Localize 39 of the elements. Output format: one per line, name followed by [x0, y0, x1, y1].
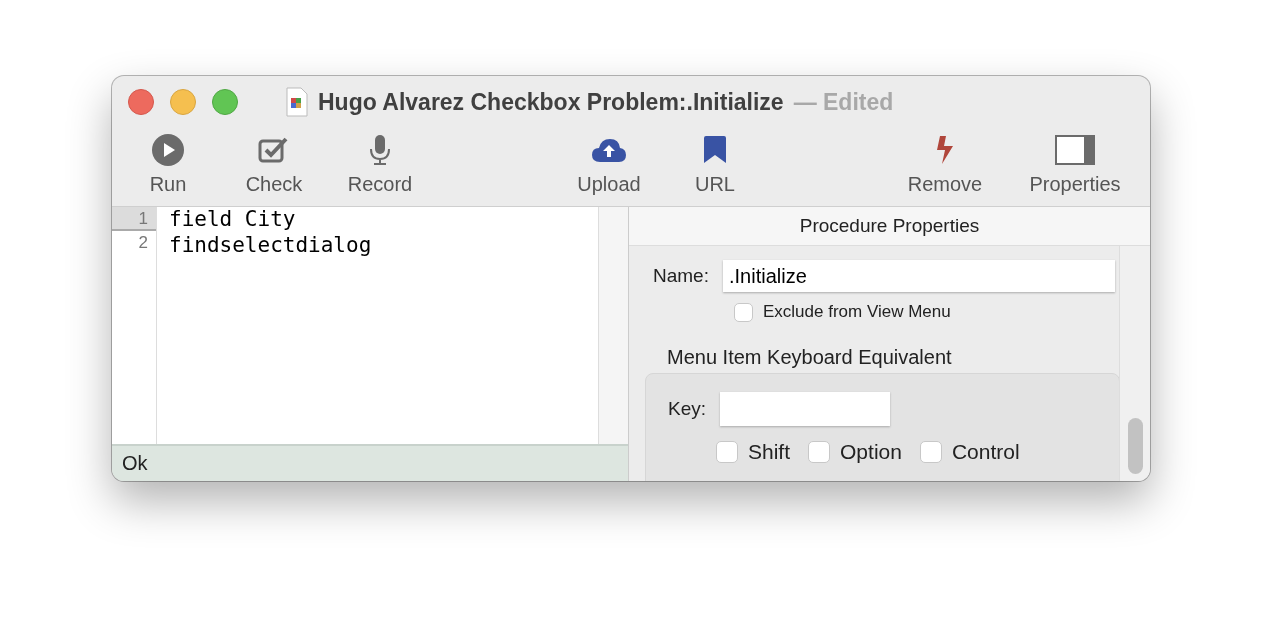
line-number: 1 — [112, 207, 156, 231]
toolbar-button[interactable]: Remove — [892, 128, 998, 198]
document-icon — [286, 87, 308, 117]
checkbox[interactable] — [919, 441, 942, 463]
line-number: 2 — [137, 232, 149, 254]
toolbar-button[interactable]: URL — [662, 128, 768, 198]
checkbox-label: Shift — [748, 440, 791, 464]
checkbox-label: Option — [840, 440, 902, 464]
play-icon — [151, 133, 185, 167]
sidebar-panel-icon — [1055, 135, 1095, 165]
scrollbar-thumb[interactable] — [1128, 418, 1143, 474]
panel-title: Procedure Properties — [799, 215, 980, 237]
checkbox[interactable] — [716, 441, 738, 463]
toolbar-button[interactable]: Upload — [556, 128, 662, 198]
minimize-window-icon[interactable] — [170, 89, 196, 115]
key-field[interactable] — [720, 392, 891, 426]
edited-indicator: — Edited — [793, 88, 894, 116]
cloud-upload-icon — [591, 137, 627, 163]
toolbar-button[interactable]: Run — [115, 128, 221, 198]
window-title: Hugo Alvarez Checkbox Problem:.Initialize — [318, 88, 784, 116]
checkbox[interactable] — [808, 441, 831, 463]
checkbox-label: Exclude from View Menu — [763, 302, 951, 322]
field-label: Key: — [668, 398, 707, 420]
code-line: findselectdialog — [169, 233, 373, 259]
lightning-icon — [936, 136, 954, 164]
section-title: Menu Item Keyboard Equivalent — [667, 346, 953, 369]
toolbar-button[interactable]: Properties — [1022, 128, 1128, 198]
name-field[interactable]: .Initialize — [722, 260, 1115, 292]
maximize-window-icon[interactable] — [212, 89, 238, 115]
toolbar-button[interactable]: Check — [221, 128, 327, 198]
close-window-icon[interactable] — [128, 89, 154, 115]
checkbox-label: Control — [951, 440, 1020, 464]
checkbox[interactable] — [734, 302, 753, 322]
toolbar-button[interactable]: Record — [327, 128, 433, 198]
code-line: field City — [169, 207, 297, 233]
field-label: Name: — [653, 265, 709, 287]
microphone-icon — [368, 134, 392, 166]
status-text: Ok — [122, 452, 148, 475]
bookmark-icon — [703, 136, 727, 164]
